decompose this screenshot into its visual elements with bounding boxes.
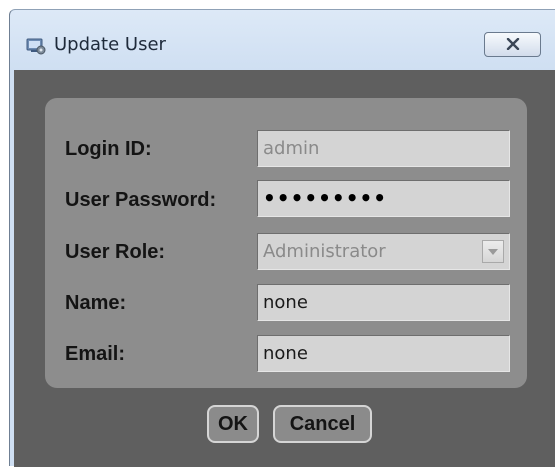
name-field[interactable]: none [257,284,510,321]
user-password-field[interactable]: ••••••••• [257,180,510,217]
user-role-label: User Role: [65,241,166,263]
email-label: Email: [65,343,126,365]
title-bar[interactable]: Update User [10,10,555,70]
dropdown-arrow-icon [482,240,504,263]
ok-button[interactable]: OK [207,405,259,443]
update-user-dialog: Update User Login ID: admin User Passwor… [9,9,555,467]
login-id-field: admin [257,130,510,167]
form-panel: Login ID: admin User Password: •••••••••… [45,98,527,388]
cancel-button[interactable]: Cancel [273,405,372,443]
user-role-value: Administrator [263,241,386,262]
user-password-label: User Password: [65,189,217,211]
user-role-select: Administrator [257,233,510,270]
email-field[interactable]: none [257,335,510,372]
name-label: Name: [65,292,127,314]
close-button[interactable] [484,32,541,57]
login-id-label: Login ID: [65,138,152,160]
user-settings-icon [26,37,46,55]
close-x-icon [506,35,520,54]
window-title: Update User [54,34,166,55]
dialog-body: Login ID: admin User Password: •••••••••… [14,70,555,467]
